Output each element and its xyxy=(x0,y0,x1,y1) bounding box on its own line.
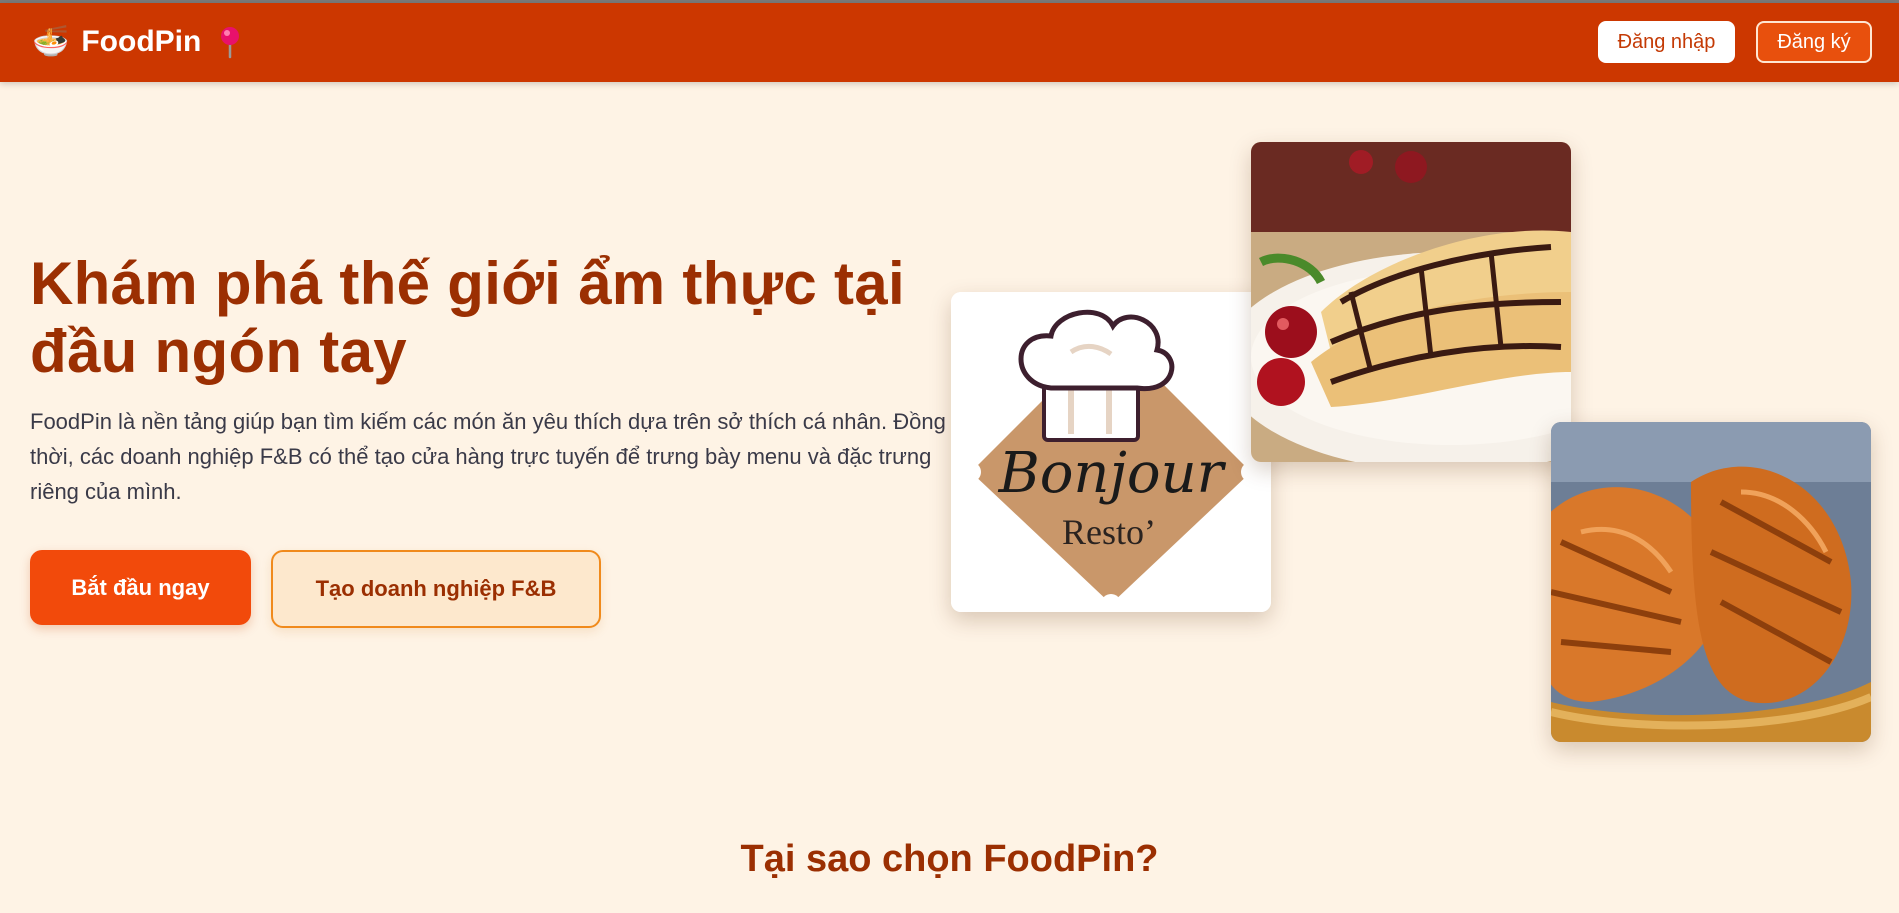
register-button[interactable]: Đăng ký xyxy=(1756,21,1872,63)
hero-title: Khám phá thế giới ẩm thực tại đầu ngón t… xyxy=(30,250,905,385)
logo-script-text: Bonjour xyxy=(998,441,1227,506)
brand-name: FoodPin xyxy=(81,25,202,58)
brand-link[interactable]: 🍜 FoodPin xyxy=(32,21,243,63)
login-button[interactable]: Đăng nhập xyxy=(1598,21,1735,63)
restaurant-logo-image: Bonjour Resto’ xyxy=(951,292,1271,612)
logo-sub-text: Resto’ xyxy=(1062,512,1156,552)
get-started-button[interactable]: Bắt đầu ngay xyxy=(30,550,251,625)
pushpin-icon xyxy=(217,25,243,59)
croissant-basket-image xyxy=(1551,422,1871,742)
crepe-dessert-image xyxy=(1251,142,1571,462)
noodle-bowl-icon: 🍜 xyxy=(32,25,70,58)
navbar: 🍜 FoodPin Đăng nhập Đăng ký xyxy=(0,3,1899,82)
why-foodpin-heading: Tại sao chọn FoodPin? xyxy=(740,838,1159,880)
hero-description: FoodPin là nền tảng giúp bạn tìm kiếm cá… xyxy=(30,409,946,504)
create-business-button[interactable]: Tạo doanh nghiệp F&B xyxy=(271,550,601,628)
